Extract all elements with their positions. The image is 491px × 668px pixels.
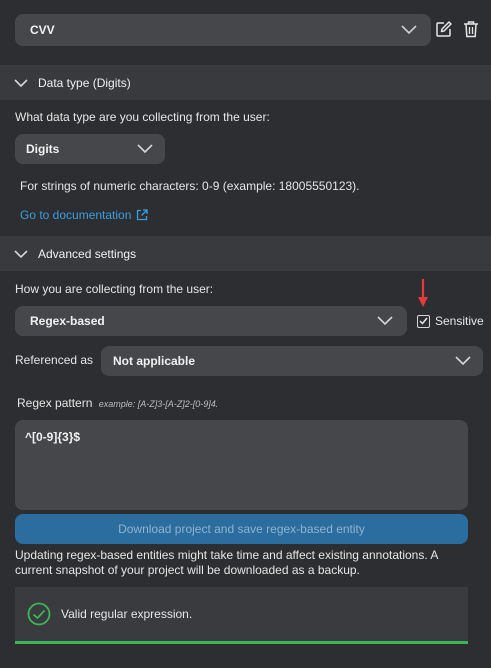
sensitive-toggle[interactable]: Sensitive xyxy=(417,314,484,328)
collection-method-dropdown[interactable]: Regex-based xyxy=(15,306,407,336)
entity-editor-panel: CVV Data type (Digits) What data type ar… xyxy=(0,0,491,668)
collection-method-question: How you are collecting from the user: xyxy=(15,282,214,296)
download-and-save-label: Download project and save regex-based en… xyxy=(118,522,365,536)
advanced-settings-section-header[interactable]: Advanced settings xyxy=(0,236,491,271)
regex-pattern-label: Regex pattern example: [A-Z]3-[A-Z]2-[0-… xyxy=(17,396,218,410)
chevron-down-icon xyxy=(377,316,393,326)
data-type-description: For strings of numeric characters: 0-9 (… xyxy=(20,179,360,193)
data-type-section-title: Data type (Digits) xyxy=(38,75,131,90)
collection-method-value: Regex-based xyxy=(30,314,105,328)
regex-pattern-value: ^[0-9]{3}$ xyxy=(25,430,81,444)
data-type-section-header[interactable]: Data type (Digits) xyxy=(0,65,491,100)
chevron-down-icon xyxy=(14,78,28,87)
edit-icon[interactable] xyxy=(434,19,454,39)
chevron-down-icon xyxy=(455,356,471,366)
chevron-down-icon xyxy=(401,25,417,35)
sensitive-label: Sensitive xyxy=(435,314,484,328)
external-link-icon xyxy=(137,209,149,221)
regex-pattern-title: Regex pattern xyxy=(17,396,93,410)
chevron-down-icon xyxy=(14,249,28,258)
trash-icon[interactable] xyxy=(461,19,481,39)
arrow-down-icon xyxy=(418,279,428,307)
referenced-as-value: Not applicable xyxy=(113,354,196,368)
validation-status: Valid regular expression. xyxy=(15,587,468,644)
chevron-down-icon xyxy=(137,144,153,154)
regex-pattern-input[interactable]: ^[0-9]{3}$ xyxy=(15,420,468,510)
documentation-link-label: Go to documentation xyxy=(20,208,132,222)
referenced-as-label: Referenced as xyxy=(15,353,94,367)
referenced-as-dropdown[interactable]: Not applicable xyxy=(101,346,483,376)
download-and-save-button[interactable]: Download project and save regex-based en… xyxy=(15,514,468,544)
validation-message: Valid regular expression. xyxy=(61,607,193,621)
documentation-link[interactable]: Go to documentation xyxy=(20,208,149,222)
entity-name-dropdown[interactable]: CVV xyxy=(15,14,431,46)
backup-note: Updating regex-based entities might take… xyxy=(15,548,438,577)
advanced-settings-section-title: Advanced settings xyxy=(38,246,137,261)
data-type-value: Digits xyxy=(26,142,60,156)
data-type-question: What data type are you collecting from t… xyxy=(15,110,270,124)
checkbox-icon[interactable] xyxy=(417,314,430,328)
check-circle-icon xyxy=(27,602,51,626)
data-type-dropdown[interactable]: Digits xyxy=(15,134,165,164)
regex-pattern-example: example: [A-Z]3-[A-Z]2-[0-9]4. xyxy=(98,399,219,409)
entity-name-value: CVV xyxy=(30,23,55,37)
